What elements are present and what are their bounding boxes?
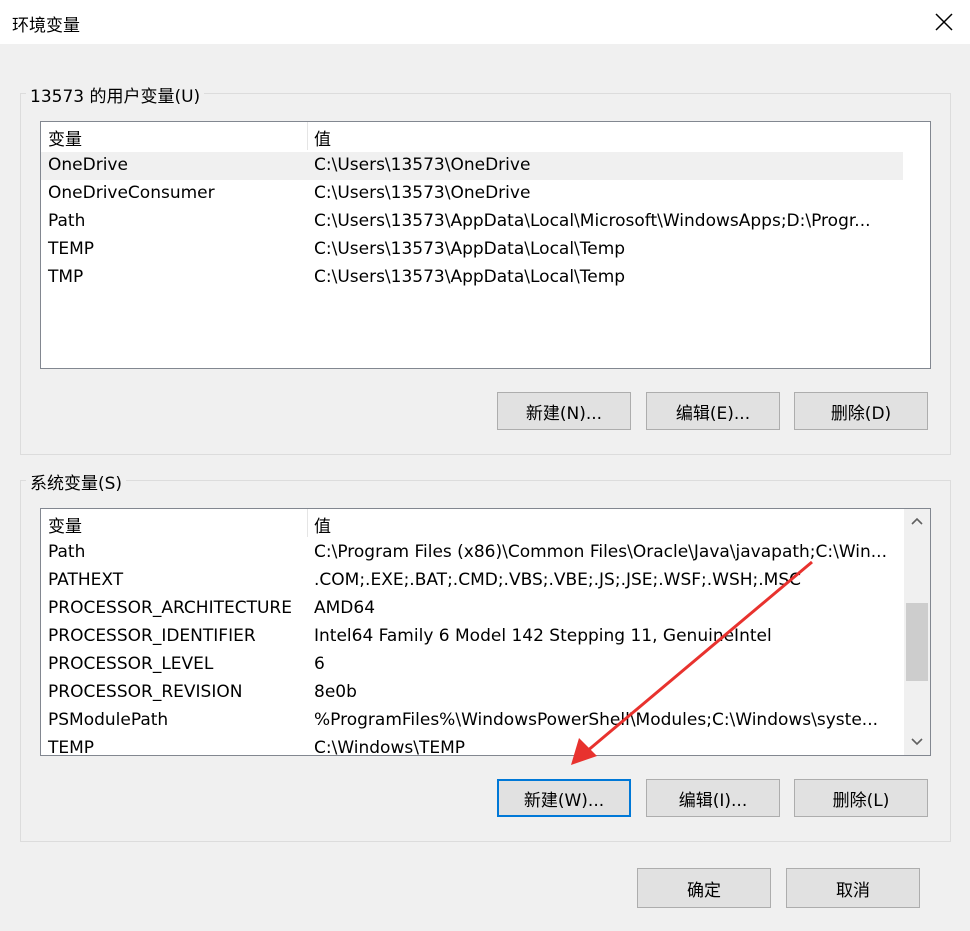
- table-row[interactable]: PATHEXT .COM;.EXE;.BAT;.CMD;.VBS;.VBE;.J…: [41, 567, 903, 595]
- user-new-button[interactable]: 新建(N)...: [497, 392, 631, 430]
- column-header-value[interactable]: 值: [314, 125, 331, 150]
- window-title: 环境变量: [12, 16, 80, 36]
- system-new-button[interactable]: 新建(W)...: [497, 779, 631, 817]
- table-row[interactable]: TEMP C:\Users\13573\AppData\Local\Temp: [41, 236, 903, 264]
- chevron-down-icon: [911, 738, 923, 746]
- table-row[interactable]: PROCESSOR_LEVEL 6: [41, 651, 903, 679]
- title-bar: 环境变量: [0, 0, 970, 44]
- user-variables-legend: 13573 的用户变量(U): [26, 82, 205, 107]
- table-row[interactable]: PROCESSOR_IDENTIFIER Intel64 Family 6 Mo…: [41, 623, 903, 651]
- variable-name: PROCESSOR_REVISION: [48, 682, 243, 702]
- scroll-down-button[interactable]: [904, 729, 930, 755]
- close-icon: [935, 13, 953, 31]
- close-button[interactable]: [918, 0, 970, 44]
- cancel-button[interactable]: 取消: [786, 868, 920, 908]
- variable-value: AMD64: [314, 598, 376, 618]
- variable-value: C:\Users\13573\OneDrive: [314, 183, 531, 203]
- variable-name: Path: [48, 211, 86, 231]
- variable-name: PROCESSOR_LEVEL: [48, 654, 214, 674]
- chevron-up-icon: [911, 517, 923, 525]
- variable-name: TEMP: [48, 738, 95, 756]
- scroll-up-button[interactable]: [904, 509, 930, 535]
- variable-value: .COM;.EXE;.BAT;.CMD;.VBS;.VBE;.JS;.JSE;.…: [314, 570, 802, 590]
- column-divider[interactable]: [307, 122, 308, 150]
- column-header-value[interactable]: 值: [314, 512, 331, 537]
- variable-name: PROCESSOR_ARCHITECTURE: [48, 598, 292, 618]
- variable-value: C:\Users\13573\AppData\Local\Temp: [314, 239, 626, 259]
- table-row[interactable]: TEMP C:\Windows\TEMP: [41, 735, 903, 756]
- variable-value: 8e0b: [314, 682, 357, 702]
- variable-name: Path: [48, 542, 86, 562]
- variable-value: Intel64 Family 6 Model 142 Stepping 11, …: [314, 626, 772, 646]
- system-variables-list[interactable]: 变量 值 Path C:\Program Files (x86)\Common …: [40, 508, 931, 756]
- variable-name: OneDriveConsumer: [48, 183, 215, 203]
- user-edit-button[interactable]: 编辑(E)...: [646, 392, 780, 430]
- variable-value: %ProgramFiles%\WindowsPowerShell\Modules…: [314, 710, 878, 730]
- variable-name: TEMP: [48, 239, 95, 259]
- variable-name: PATHEXT: [48, 570, 124, 590]
- variable-value: C:\Program Files (x86)\Common Files\Orac…: [314, 542, 887, 562]
- ok-button[interactable]: 确定: [637, 868, 771, 908]
- column-header-variable[interactable]: 变量: [48, 512, 82, 537]
- table-row[interactable]: Path C:\Program Files (x86)\Common Files…: [41, 539, 903, 567]
- system-delete-button[interactable]: 删除(L): [794, 779, 928, 817]
- table-row[interactable]: PSModulePath %ProgramFiles%\WindowsPower…: [41, 707, 903, 735]
- variable-value: C:\Users\13573\AppData\Local\Temp: [314, 267, 626, 287]
- table-row[interactable]: PROCESSOR_ARCHITECTURE AMD64: [41, 595, 903, 623]
- variable-name: OneDrive: [48, 155, 128, 175]
- column-divider[interactable]: [307, 509, 308, 537]
- variable-name: PROCESSOR_IDENTIFIER: [48, 626, 256, 646]
- table-row[interactable]: OneDriveConsumer C:\Users\13573\OneDrive: [41, 180, 903, 208]
- table-row[interactable]: TMP C:\Users\13573\AppData\Local\Temp: [41, 264, 903, 292]
- table-row[interactable]: OneDrive C:\Users\13573\OneDrive: [41, 152, 903, 180]
- table-row[interactable]: Path C:\Users\13573\AppData\Local\Micros…: [41, 208, 903, 236]
- system-edit-button[interactable]: 编辑(I)...: [646, 779, 780, 817]
- variable-value: 6: [314, 654, 325, 674]
- variable-value: C:\Users\13573\AppData\Local\Microsoft\W…: [314, 211, 871, 231]
- variable-value: C:\Windows\TEMP: [314, 738, 465, 756]
- vertical-scrollbar[interactable]: [904, 509, 930, 755]
- table-row[interactable]: PROCESSOR_REVISION 8e0b: [41, 679, 903, 707]
- list-header: 变量 值: [41, 122, 930, 150]
- system-variables-legend: 系统变量(S): [26, 469, 127, 494]
- variable-name: TMP: [48, 267, 84, 287]
- scrollbar-thumb[interactable]: [906, 603, 928, 681]
- user-delete-button[interactable]: 删除(D): [794, 392, 928, 430]
- user-variables-list[interactable]: 变量 值 OneDrive C:\Users\13573\OneDrive On…: [40, 121, 931, 369]
- list-header: 变量 值: [41, 509, 930, 537]
- variable-value: C:\Users\13573\OneDrive: [314, 155, 531, 175]
- column-header-variable[interactable]: 变量: [48, 125, 82, 150]
- variable-name: PSModulePath: [48, 710, 169, 730]
